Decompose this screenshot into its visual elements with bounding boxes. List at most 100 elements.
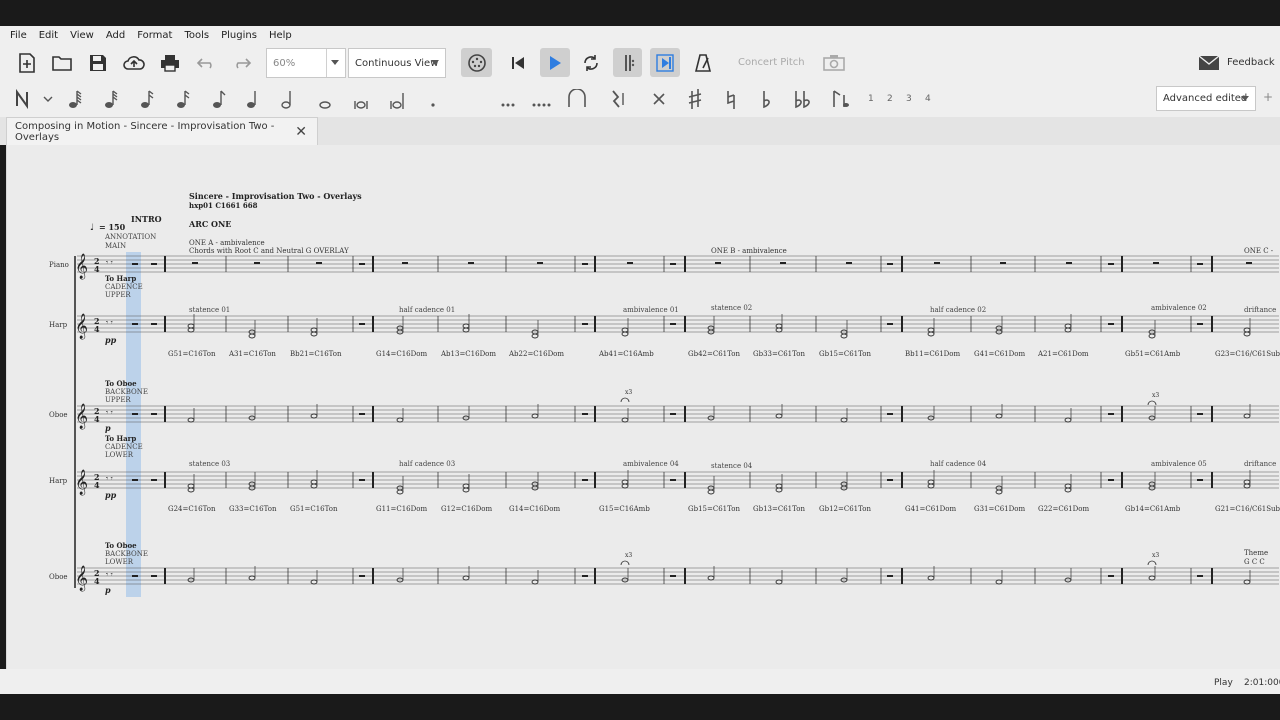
rewind-icon[interactable]: [507, 52, 529, 74]
whole-rest: [582, 413, 588, 415]
oboe-notehead: [707, 575, 715, 581]
duration-eighth-icon[interactable]: [208, 88, 230, 110]
save-icon[interactable]: [87, 52, 109, 74]
duration-half-icon[interactable]: [277, 88, 299, 110]
instrument-name: Harp: [49, 321, 68, 329]
double-flat-toggle-icon[interactable]: [648, 88, 670, 110]
duration-whole-icon[interactable]: [314, 88, 336, 110]
augmentation-dot-icon[interactable]: [422, 88, 444, 110]
redo-icon[interactable]: [231, 52, 253, 74]
oboe-notehead: [531, 579, 539, 585]
view-mode-combobox[interactable]: Continuous View: [348, 48, 446, 78]
harp1-chord-name: G23=C16/C61Sub: [1215, 350, 1280, 358]
harp-notehead: [621, 479, 629, 485]
rest-marks: 𝄾 𝄾: [106, 318, 113, 327]
camera-icon[interactable]: [822, 52, 846, 74]
close-icon[interactable]: ✕: [295, 124, 307, 140]
dynamic-pp: pp: [105, 335, 117, 345]
open-folder-icon[interactable]: [51, 52, 73, 74]
double-dot-icon[interactable]: [494, 88, 520, 110]
menu-edit[interactable]: Edit: [33, 30, 64, 41]
harp1-chord-name: Ab22=C16Dom: [508, 350, 564, 358]
time-sig-bottom: 4: [94, 324, 100, 334]
duration-64th-icon[interactable]: [64, 88, 86, 110]
whole-rest: [1197, 479, 1203, 481]
menu-help[interactable]: Help: [263, 30, 298, 41]
harp1-expression-mark: driftance: [1244, 306, 1276, 314]
whole-rest: [132, 413, 138, 415]
new-score-icon[interactable]: [16, 52, 38, 74]
duration-quarter-icon[interactable]: [242, 88, 264, 110]
menu-add[interactable]: Add: [100, 30, 131, 41]
repeat-playback-icon[interactable]: [613, 48, 642, 77]
midi-input-icon[interactable]: [461, 48, 492, 77]
chevron-down-icon: [431, 60, 439, 65]
double-flat-icon[interactable]: [790, 88, 816, 110]
harp1-expression-mark: ambivalence 01: [623, 306, 679, 314]
harp2-chord-name: G12=C16Dom: [441, 505, 492, 513]
theme-sub: G C C: [1244, 558, 1265, 566]
harp1-chord-name: G51=C16Ton: [168, 350, 216, 358]
duration-16th-alt-icon[interactable]: [172, 88, 194, 110]
flip-direction-icon[interactable]: [828, 88, 852, 110]
whole-rest: [887, 263, 893, 265]
menu-format[interactable]: Format: [131, 30, 178, 41]
oboe-notehead: [1064, 417, 1072, 423]
loop-icon[interactable]: [580, 52, 602, 74]
cloud-upload-icon[interactable]: [122, 52, 146, 74]
duration-breve-icon[interactable]: [350, 88, 372, 110]
harp-notehead: [396, 489, 404, 495]
harp-notehead: [775, 327, 783, 333]
harp1-change-label: CADENCE: [105, 283, 143, 291]
pan-score-icon[interactable]: [650, 48, 680, 77]
voice-2-button[interactable]: 2: [887, 94, 893, 104]
score-page: 𝄞 24𝄾 𝄾Piano𝄞 24𝄾 𝄾Harp𝄞 24𝄾 𝄾Oboe𝄞 24𝄾 𝄾Har…: [49, 191, 1280, 597]
rest-icon[interactable]: [606, 88, 630, 110]
print-icon[interactable]: [159, 52, 181, 74]
oboe-notehead: [1243, 413, 1251, 419]
triple-dot-icon[interactable]: [530, 88, 552, 110]
add-workspace-icon[interactable]: +: [1263, 90, 1273, 104]
workspace-combobox[interactable]: Advanced edited: [1156, 86, 1256, 111]
menu-tools[interactable]: Tools: [178, 30, 215, 41]
quarter-note-icon: ♩: [90, 223, 94, 233]
treble-clef-icon: 𝄞: [75, 469, 88, 495]
menu-plugins[interactable]: Plugins: [215, 30, 263, 41]
voice-4-button[interactable]: 4: [925, 94, 931, 104]
feedback-link[interactable]: Feedback: [1227, 57, 1275, 68]
duration-longa-icon[interactable]: [386, 88, 408, 110]
whole-rest: [1197, 575, 1203, 577]
metronome-icon[interactable]: [692, 52, 714, 74]
score-canvas[interactable]: 𝄞 2 4 𝄾 𝄾 Piano 𝄞 2 4 𝄾 𝄾 Harp 𝄞 2 4 𝄾 𝄾 Oboe 𝄞 2 4 𝄾 𝄾 Har…: [6, 145, 1280, 669]
duration-32nd-icon[interactable]: [100, 88, 122, 110]
time-sig-bottom: 4: [94, 414, 100, 424]
undo-icon[interactable]: [195, 52, 217, 74]
whole-rest: [582, 479, 588, 481]
sharp-icon[interactable]: [684, 88, 706, 110]
harp1-chord-name: Gb33=C61Ton: [753, 350, 805, 358]
harp-notehead: [1148, 333, 1156, 339]
note-input-toolbar: 1 2 3 4 Advanced edited +: [0, 81, 1280, 117]
harp2-chord-name: G11=C16Dom: [376, 505, 427, 513]
harp2-chord-name: Gb14=C61Amb: [1125, 505, 1181, 513]
score-tab[interactable]: Composing in Motion - Sincere - Improvis…: [6, 117, 318, 145]
concert-pitch-toggle[interactable]: Concert Pitch: [738, 57, 805, 68]
menu-view[interactable]: View: [64, 30, 100, 41]
whole-rest: [582, 575, 588, 577]
oboe1-change-label: UPPER: [105, 396, 131, 404]
voice-3-button[interactable]: 3: [906, 94, 912, 104]
voice-1-button[interactable]: 1: [868, 94, 874, 104]
note-input-mode-icon[interactable]: [14, 88, 54, 110]
natural-icon[interactable]: [720, 88, 742, 110]
score-title: Sincere - Improvisation Two - Overlays: [189, 191, 362, 201]
whole-rest: [1108, 263, 1114, 265]
mail-icon[interactable]: [1196, 52, 1222, 74]
duration-16th-icon[interactable]: [136, 88, 158, 110]
flat-icon[interactable]: [756, 88, 778, 110]
whole-rest: [151, 323, 157, 325]
tie-icon[interactable]: [566, 88, 588, 110]
harp-notehead: [462, 327, 470, 333]
zoom-combobox[interactable]: 60%: [266, 48, 346, 78]
menu-file[interactable]: File: [4, 30, 33, 41]
play-icon[interactable]: [540, 48, 570, 77]
